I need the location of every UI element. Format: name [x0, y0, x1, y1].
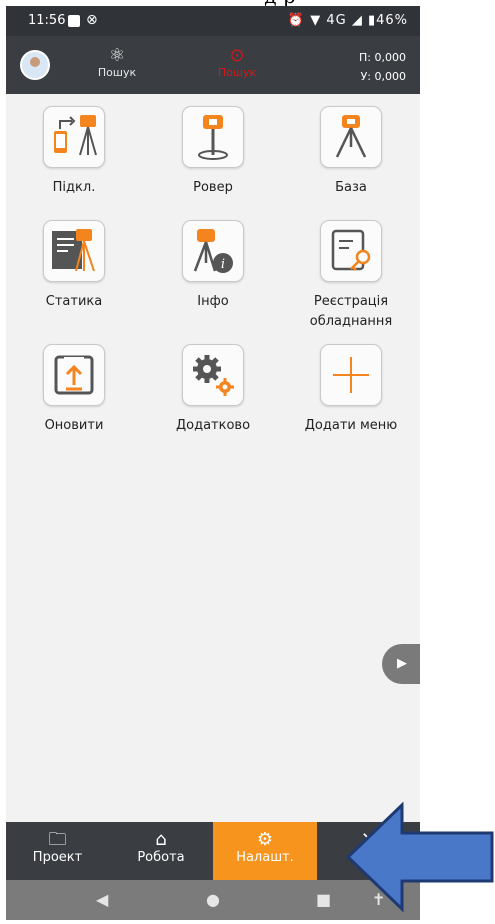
search-target-button[interactable]: ⊙ Пошук [202, 45, 272, 80]
tile-rover[interactable]: Ровер [153, 106, 273, 198]
pointer-arrow-icon [346, 802, 494, 912]
svg-text:i: i [221, 257, 225, 272]
coord-p: П: 0,000 [359, 51, 406, 64]
app-header: ⚛ Пошук ⊙ Пошук П: 0,000 У: 0,000 [6, 36, 420, 94]
tile-label: Додати меню [304, 418, 398, 433]
folder-icon: 🗀 [48, 829, 67, 850]
survey-icon: ⌂ [155, 829, 167, 850]
static-icon [43, 220, 105, 282]
tile-label: База [335, 180, 367, 195]
search-satellite-button[interactable]: ⚛ Пошук [82, 45, 152, 80]
tile-add-menu[interactable]: Додати меню [291, 344, 411, 436]
plus-icon [320, 344, 382, 406]
coord-u: У: 0,000 [360, 70, 406, 83]
search-label: Пошук [97, 66, 137, 79]
tile-connect[interactable]: Підкл. [14, 106, 134, 198]
nav-label: Налашт. [236, 850, 294, 865]
target-icon: ⊙ [229, 45, 245, 66]
tile-additional[interactable]: Додатково [153, 344, 273, 436]
tile-register[interactable]: Реєстрація обладнання [291, 220, 411, 332]
nav-label: Проект [32, 850, 83, 865]
coordinates-readout: П: 0,000 У: 0,000 [359, 48, 406, 86]
connect-icon [43, 106, 105, 168]
tile-label: Оновити [44, 418, 104, 433]
back-icon[interactable]: ◀ [96, 890, 108, 909]
status-bar: 11:56 ⊗ ⏰ ▼ 4G ◢ ▮46% [6, 6, 420, 36]
home-icon[interactable]: ● [206, 890, 220, 909]
status-time: 11:56 [28, 13, 66, 28]
atom-icon: ⚛ [108, 45, 126, 66]
notification-square-icon [68, 15, 80, 27]
nav-work[interactable]: ⌂ Робота [109, 822, 213, 880]
info-icon: i [182, 220, 244, 282]
gear-icon: ⚙ [256, 829, 274, 850]
recents-icon[interactable]: ■ [316, 890, 331, 909]
tile-label: Додатково [175, 418, 251, 433]
tile-label: Інфо [197, 294, 229, 309]
tile-info[interactable]: i Інфо [153, 220, 273, 312]
nav-project[interactable]: 🗀 Проект [6, 822, 109, 880]
search-label-red: Пошук [217, 66, 257, 79]
floating-play-button[interactable]: ▶ [382, 644, 420, 684]
update-icon [43, 344, 105, 406]
tile-label: Підкл. [52, 180, 96, 195]
play-icon: ▶ [397, 656, 407, 671]
nav-label: Робота [137, 850, 185, 865]
tile-label: Статика [45, 294, 103, 309]
tile-static[interactable]: Статика [14, 220, 134, 312]
gears-icon [182, 344, 244, 406]
user-avatar[interactable] [20, 50, 50, 80]
nav-settings[interactable]: ⚙ Налашт. [213, 822, 317, 880]
phone-screen: 11:56 ⊗ ⏰ ▼ 4G ◢ ▮46% ⚛ Пошук ⊙ Пошук П:… [6, 6, 420, 920]
tile-base[interactable]: База [291, 106, 411, 198]
status-icons: ⏰ ▼ 4G ◢ ▮46% [287, 13, 408, 28]
base-icon [320, 106, 382, 168]
register-device-icon [320, 220, 382, 282]
tile-update[interactable]: Оновити [14, 344, 134, 436]
tile-label: Реєстрація обладнання [309, 294, 393, 329]
blocked-icon: ⊗ [86, 12, 98, 28]
rover-icon [182, 106, 244, 168]
tile-label: Ровер [193, 180, 233, 195]
